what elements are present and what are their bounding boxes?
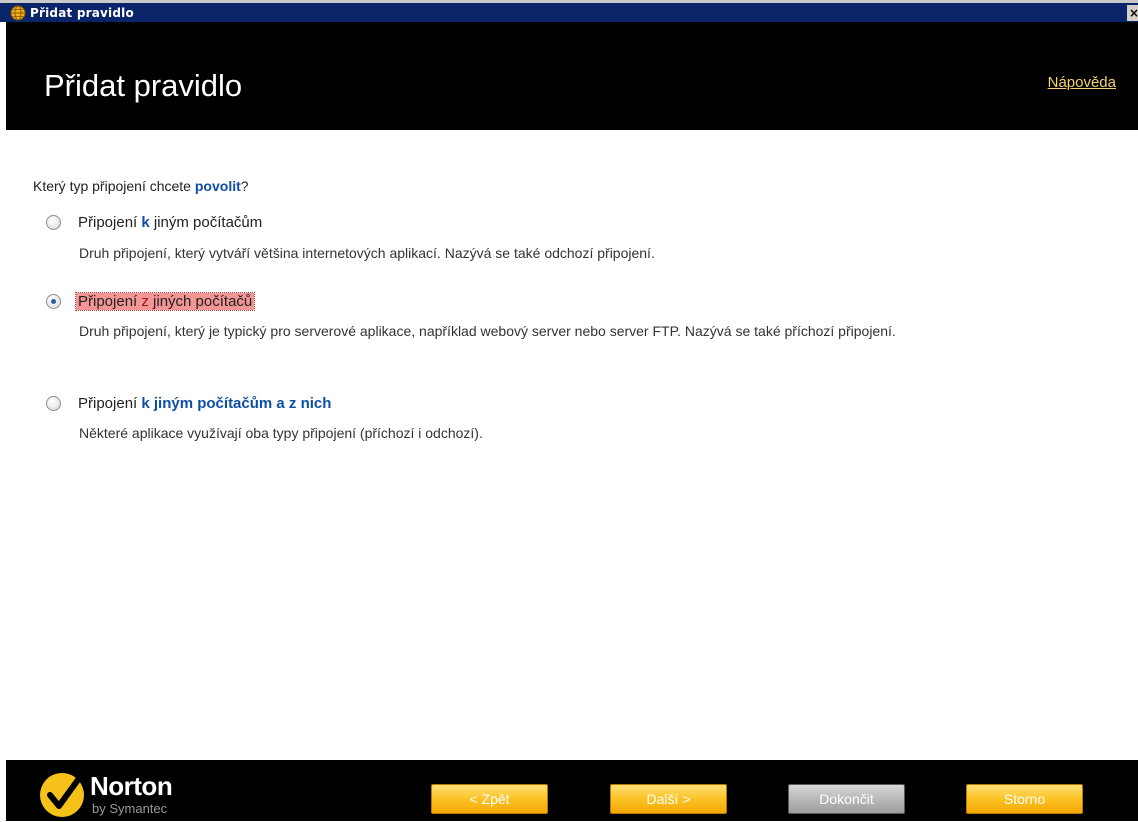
option-outgoing-label[interactable]: Připojení k jiným počítačům (78, 214, 262, 231)
dialog-header: Přidat pravidlo Nápověda (6, 22, 1138, 130)
page-title: Přidat pravidlo (44, 68, 243, 103)
finish-button[interactable]: Dokončit (788, 784, 905, 814)
option-incoming-label-keyword: z (141, 293, 149, 310)
option-outgoing-description: Druh připojení, který vytváří většina in… (79, 245, 655, 261)
radio-outgoing[interactable] (46, 215, 61, 230)
option-both-description: Některé aplikace využívají oba typy přip… (79, 425, 483, 441)
option-incoming-description: Druh připojení, který je typický pro ser… (79, 323, 896, 339)
window-titlebar: Přidat pravidlo × (0, 0, 1138, 22)
option-incoming-label[interactable]: Připojení z jiných počítačů (74, 292, 256, 311)
back-button[interactable]: < Zpět (431, 784, 548, 814)
cancel-button[interactable]: Storno (966, 784, 1083, 814)
logo-sub: by Symantec (92, 801, 168, 816)
option-outgoing-label-prefix: Připojení (78, 214, 142, 231)
radio-both[interactable] (46, 396, 61, 411)
option-outgoing-label-keyword: k (141, 214, 150, 231)
help-link[interactable]: Nápověda (1048, 74, 1116, 91)
option-both-label-prefix: Připojení (78, 395, 142, 412)
option-both-label-keyword: k jiným počítačům a z nich (141, 395, 332, 412)
window-title: Přidat pravidlo (30, 6, 134, 20)
option-outgoing-label-suffix: jiným počítačům (149, 214, 263, 231)
question-keyword: povolit (194, 178, 241, 194)
globe-icon (10, 5, 26, 21)
question-text: Který typ připojení chcete povolit? (33, 178, 249, 194)
next-button[interactable]: Další > (610, 784, 727, 814)
dialog-content: Který typ připojení chcete povolit? Přip… (0, 130, 1138, 760)
option-incoming-label-prefix: Připojení (78, 293, 142, 310)
close-icon[interactable]: × (1127, 5, 1138, 21)
question-prefix: Který typ připojení chcete (33, 178, 195, 194)
norton-logo: Norton by Symantec (36, 765, 226, 821)
logo-brand: Norton (90, 771, 173, 801)
radio-incoming[interactable] (46, 294, 61, 309)
option-incoming-label-suffix: jiných počítačů (148, 293, 253, 310)
dialog-footer: Norton by Symantec < Zpět Další > Dokonč… (6, 760, 1138, 821)
question-suffix: ? (240, 178, 249, 194)
checkmark-icon (40, 773, 84, 817)
option-both-label[interactable]: Připojení k jiným počítačům a z nich (78, 395, 331, 412)
